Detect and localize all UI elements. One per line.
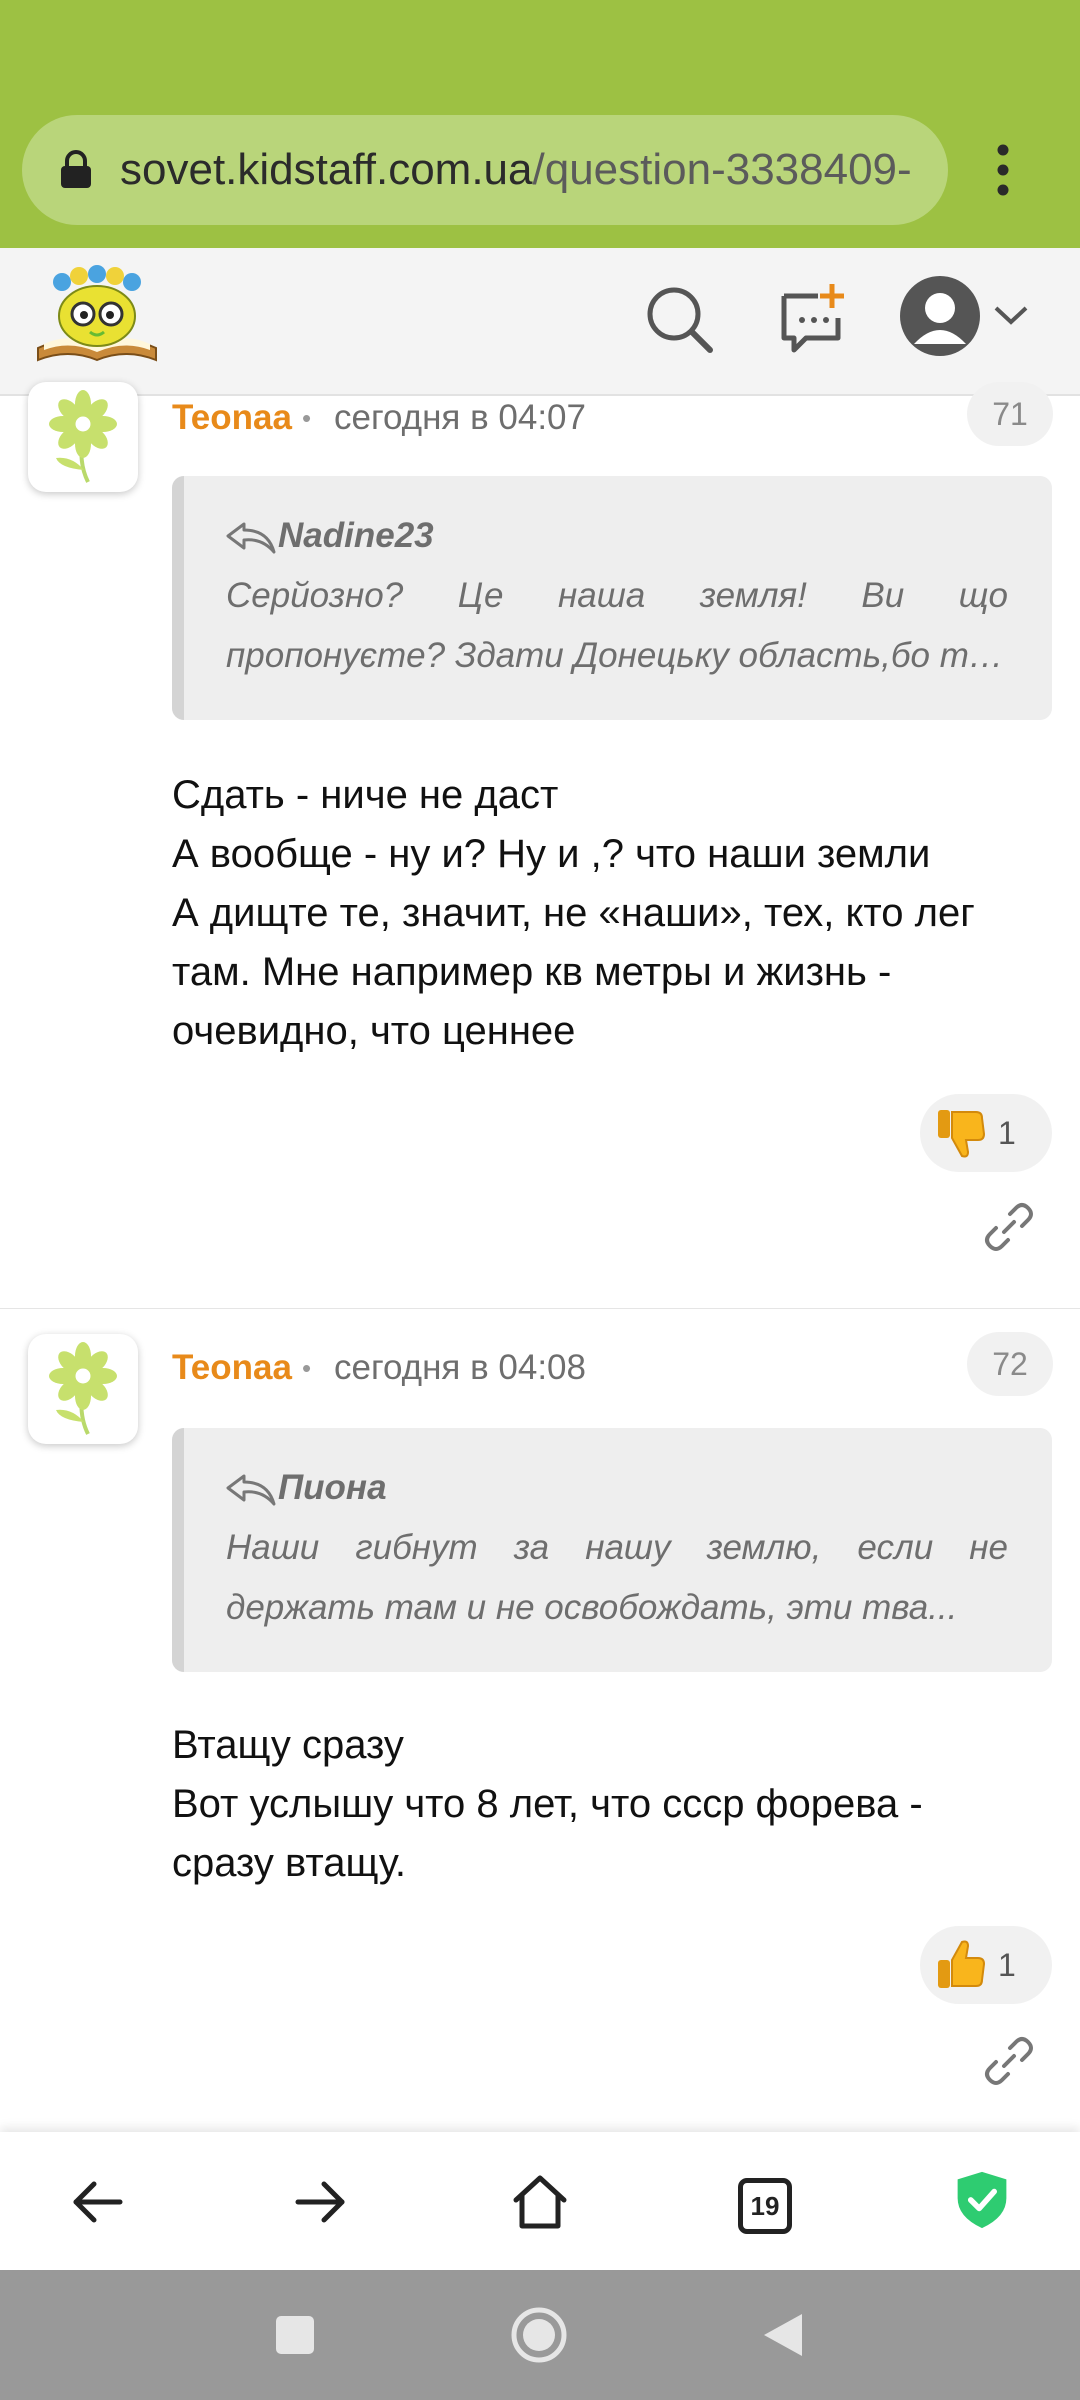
thumbs-down-icon bbox=[938, 1110, 986, 1158]
quote-block[interactable]: Nadine23 Серйозно? Це наша земля! Ви що … bbox=[172, 476, 1052, 720]
reaction-button[interactable]: 1 bbox=[920, 1094, 1052, 1172]
thumbs-up-icon bbox=[938, 1940, 986, 1988]
quote-text: Серйозно? Це наша земля! Ви що пропонуєт… bbox=[226, 566, 1008, 686]
shield-icon[interactable] bbox=[952, 2170, 1012, 2230]
quote-line: Наши гибнут за нашу землю, если не bbox=[226, 1528, 1008, 1567]
chevron-down-icon[interactable] bbox=[992, 300, 1030, 330]
quote-author: Пиона bbox=[278, 1468, 387, 1507]
site-logo[interactable] bbox=[34, 264, 160, 364]
comment-line: там. Мне например кв метры и жизнь - bbox=[172, 950, 892, 994]
quote-text: Наши гибнут за нашу землю, если не держа… bbox=[226, 1518, 1008, 1638]
comment-author[interactable]: Teonaa bbox=[172, 396, 292, 440]
back-triangle-icon[interactable] bbox=[760, 2310, 806, 2360]
lock-icon bbox=[61, 150, 91, 188]
forward-arrow-icon[interactable] bbox=[290, 2172, 350, 2232]
search-icon[interactable] bbox=[644, 284, 716, 356]
kebab-menu-icon[interactable] bbox=[985, 140, 1021, 200]
url-path: /question-3338409- bbox=[532, 145, 912, 194]
quote-line: держать там и не освобождать, эти тва... bbox=[226, 1588, 958, 1627]
quote-line: Серйозно? Це наша земля! Ви що bbox=[226, 576, 1008, 615]
comment-line: Втащу сразу bbox=[172, 1723, 404, 1767]
recents-square-icon[interactable] bbox=[274, 2314, 316, 2356]
tabs-button[interactable]: 19 bbox=[738, 2178, 792, 2234]
reaction-button[interactable]: 1 bbox=[920, 1926, 1052, 2004]
comment-separator bbox=[0, 1308, 1080, 1309]
meta-separator: • bbox=[302, 1353, 312, 1383]
meta-separator: • bbox=[302, 403, 312, 433]
new-question-icon[interactable] bbox=[776, 282, 848, 354]
reply-icon bbox=[226, 1474, 276, 1506]
comment-avatar[interactable] bbox=[28, 1334, 138, 1444]
reaction-count: 1 bbox=[998, 1115, 1016, 1151]
comment-line: Вот услышу что 8 лет, что ссср форева - bbox=[172, 1782, 923, 1826]
back-arrow-icon[interactable] bbox=[68, 2172, 128, 2232]
comment-line: Сдать - ниче не даст bbox=[172, 773, 559, 817]
comment-number[interactable]: 72 bbox=[967, 1332, 1053, 1396]
url-domain: sovet.kidstaff.com.ua bbox=[120, 145, 533, 194]
comment-line: А вообще - ну и? Ну и ,? что наши земли bbox=[172, 832, 931, 876]
comment-line: очевидно, что ценнее bbox=[172, 1009, 576, 1053]
home-circle-icon[interactable] bbox=[510, 2306, 568, 2364]
comment-number[interactable]: 71 bbox=[967, 382, 1053, 446]
home-icon[interactable] bbox=[510, 2172, 570, 2232]
flower-avatar-icon bbox=[49, 390, 117, 483]
link-icon[interactable] bbox=[982, 1200, 1036, 1254]
quote-bar bbox=[172, 476, 184, 720]
comment-line: сразу втащу. bbox=[172, 1841, 407, 1885]
comment-body: Сдать - ниче не даст А вообще - ну и? Ну… bbox=[172, 766, 1052, 1061]
quote-bar bbox=[172, 1428, 184, 1672]
flower-avatar-icon bbox=[49, 1342, 117, 1435]
comment-line: А дищте те, значит, не «наши», тех, кто … bbox=[172, 891, 975, 935]
comment-body: Втащу сразу Вот услышу что 8 лет, что сс… bbox=[172, 1716, 1052, 1893]
comment-avatar[interactable] bbox=[28, 382, 138, 492]
comment-time: сегодня в 04:08 bbox=[334, 1348, 586, 1387]
url-text[interactable]: sovet.kidstaff.com.ua/question-3338409- bbox=[120, 140, 930, 200]
quote-block[interactable]: Пиона Наши гибнут за нашу землю, если не… bbox=[172, 1428, 1052, 1672]
reply-icon bbox=[226, 522, 276, 554]
quote-author: Nadine23 bbox=[278, 516, 434, 555]
comment-author[interactable]: Teonaa bbox=[172, 1346, 292, 1390]
comment-time: сегодня в 04:07 bbox=[334, 398, 586, 437]
quote-line: пропонуєте? Здати Донецьку область,бо та… bbox=[226, 636, 1008, 675]
profile-avatar-icon[interactable] bbox=[898, 274, 982, 358]
reaction-count: 1 bbox=[998, 1947, 1016, 1983]
link-icon[interactable] bbox=[982, 2034, 1036, 2088]
